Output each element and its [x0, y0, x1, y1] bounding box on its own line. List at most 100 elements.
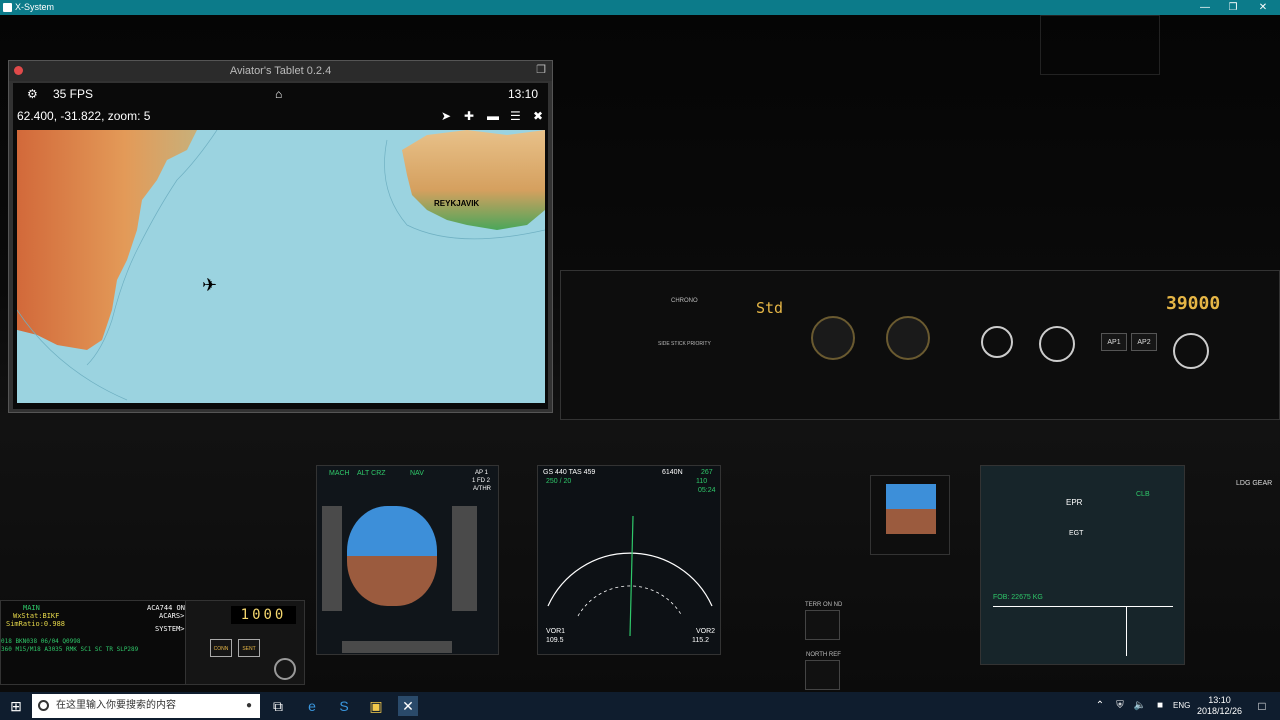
tray-up-icon[interactable]: ⌃	[1090, 696, 1110, 716]
aviators-tablet-window: Aviator's Tablet 0.2.4 ❐ ⚙ 35 FPS ⌂ 13:1…	[8, 60, 553, 413]
tablet-status-bar: ⚙ 35 FPS ⌂ 13:10	[13, 83, 548, 105]
heading-tape	[342, 641, 452, 653]
xpdr-code-display[interactable]: 1000	[231, 606, 296, 624]
vor1-freq: 109.5	[546, 637, 564, 644]
nd-gs: GS 440	[543, 469, 567, 476]
vor2-freq: 115.2	[692, 637, 709, 644]
gear-icon[interactable]: ⚙	[27, 87, 38, 101]
fps-readout: 35 FPS	[53, 87, 94, 101]
baro-display: Std	[756, 299, 784, 317]
shield-icon[interactable]: ⛨	[1110, 696, 1130, 716]
xpdr-mode-knob[interactable]	[274, 658, 296, 680]
ewd-egt: EGT	[1069, 530, 1084, 537]
speed-tape	[322, 506, 342, 611]
acars-line-0: MAIN	[23, 604, 40, 612]
sogou-icon[interactable]: S	[334, 696, 354, 716]
window-title: X-System	[15, 2, 55, 12]
list-icon[interactable]: ☰	[510, 109, 521, 123]
minimize-icon[interactable]: —	[1190, 0, 1220, 15]
home-icon[interactable]: ⌂	[275, 87, 282, 101]
nd-distance: 110	[696, 478, 708, 485]
tablet-titlebar: Aviator's Tablet 0.2.4 ❐	[9, 61, 552, 81]
nd-compass	[547, 515, 713, 636]
vor2-label: VOR2	[696, 628, 716, 635]
windows-taskbar: ⊞ 在这里输入你要搜索的内容 ● ⧉ e S ▣ ✕ ⌃ ⛨ 🔈 ■ ENG 1…	[0, 692, 1280, 720]
city-label: REYKJAVIK	[434, 199, 480, 208]
speed-knob[interactable]	[981, 326, 1013, 358]
notification-icon[interactable]: □	[1252, 696, 1272, 716]
aircraft-icon: ✈	[202, 275, 218, 295]
terr-on-nd-button[interactable]	[805, 610, 840, 640]
mode-knob[interactable]	[886, 316, 930, 360]
window-titlebar: X-System — ❐ ✕	[0, 0, 1280, 15]
zoom-out-icon[interactable]: ▬	[487, 109, 499, 123]
ewd-epr: EPR	[1066, 498, 1083, 507]
acars-line-3: ACA744 ON	[147, 604, 185, 612]
altitude-tape	[452, 506, 477, 611]
acars-line-5: SYSTEM>	[155, 625, 185, 633]
nd-wind: 250 / 20	[546, 478, 572, 485]
ap1-button[interactable]: AP1	[1101, 333, 1127, 351]
network-icon[interactable]: ■	[1150, 696, 1170, 716]
map-terrain	[17, 130, 545, 401]
search-icon	[38, 700, 49, 711]
ewd-display: EPR EGT CLB FOB: 22675 KG	[980, 465, 1185, 665]
ap2-button[interactable]: AP2	[1131, 333, 1157, 351]
altitude-knob[interactable]	[1173, 333, 1209, 369]
maximize-icon[interactable]: ❐	[1218, 0, 1248, 15]
file-explorer-icon[interactable]: ▣	[366, 696, 386, 716]
map-coords: 62.400, -31.822, zoom: 5	[17, 109, 151, 123]
range-knob[interactable]	[811, 316, 855, 360]
north-ref-button[interactable]	[805, 660, 840, 690]
language-indicator[interactable]: ENG	[1173, 701, 1190, 710]
task-view-icon[interactable]: ⧉	[268, 696, 288, 716]
acars-line-1: WxStat:BIKF	[13, 612, 60, 620]
heading-knob[interactable]	[1039, 326, 1075, 362]
fma-athr: A/THR	[473, 486, 491, 492]
map-view[interactable]: REYKJAVIK ✈	[17, 130, 545, 403]
vor1-label: VOR1	[546, 628, 566, 635]
xpdr-panel: 1000 CONN SENT	[185, 600, 305, 685]
tablet-map-toolbar: 62.400, -31.822, zoom: 5 ➤ ✚ ▬ ☰ ✖	[13, 105, 548, 127]
map-close-icon[interactable]: ✖	[533, 109, 543, 123]
nd-heading: 267	[701, 469, 713, 476]
locate-icon[interactable]: ➤	[441, 109, 451, 123]
acars-line-4: ACARS>	[159, 612, 185, 620]
edge-icon[interactable]: e	[302, 696, 322, 716]
sent-button[interactable]: SENT	[238, 639, 260, 657]
acars-line-6: 018 BKN038 06/04 Q0998	[1, 638, 81, 645]
nd-waypoint: 6140N	[662, 469, 683, 476]
north-ref-label: NORTH REF	[806, 652, 841, 658]
fma-alt-crz: ALT CRZ	[357, 470, 386, 477]
cockpit-view: Std 39000 CHRONO SIDE STICK PRIORITY AP1…	[0, 15, 1280, 692]
taskbar-time: 13:10	[1208, 695, 1231, 705]
start-icon[interactable]: ⊞	[6, 696, 26, 716]
pfd-display: MACH ALT CRZ NAV AP 1 1 FD 2 A/THR	[316, 465, 499, 655]
close-icon[interactable]: ✕	[1248, 0, 1278, 15]
app-icon	[3, 3, 12, 12]
standby-instrument	[870, 475, 950, 555]
tablet-title: Aviator's Tablet 0.2.4	[229, 65, 332, 77]
tablet-clock: 13:10	[508, 87, 539, 101]
xplane-icon[interactable]: ✕	[398, 696, 418, 716]
volume-icon[interactable]: 🔈	[1130, 696, 1150, 716]
altitude-display: 39000	[1166, 293, 1221, 314]
mic-icon[interactable]: ●	[246, 694, 252, 718]
nd-tas: TAS 459	[568, 469, 596, 476]
acars-line-2: SimRatio:0.988	[6, 620, 66, 628]
conn-button[interactable]: CONN	[210, 639, 232, 657]
ewd-fob: FOB: 22675 KG	[993, 594, 1043, 601]
ldg-gear-label: LDG GEAR	[1236, 480, 1273, 487]
fma-fd: 1 FD 2	[472, 478, 491, 484]
fma-nav: NAV	[410, 470, 424, 477]
tablet-maximize-icon[interactable]: ❐	[536, 65, 546, 76]
zoom-in-icon[interactable]: ✚	[464, 109, 474, 123]
taskbar-clock[interactable]: 13:10 2018/12/26	[1197, 695, 1242, 717]
fma-ap1: AP 1	[475, 470, 488, 476]
fma-mach: MACH	[329, 470, 350, 477]
nd-display: GS 440 TAS 459 250 / 20 6140N 267 110 05…	[537, 465, 721, 655]
tablet-close-icon[interactable]	[14, 66, 23, 75]
taskbar-date: 2018/12/26	[1196, 706, 1242, 716]
fcu-panel: Std 39000 CHRONO SIDE STICK PRIORITY AP1…	[560, 270, 1280, 420]
taskbar-search[interactable]: 在这里输入你要搜索的内容 ●	[32, 694, 260, 718]
